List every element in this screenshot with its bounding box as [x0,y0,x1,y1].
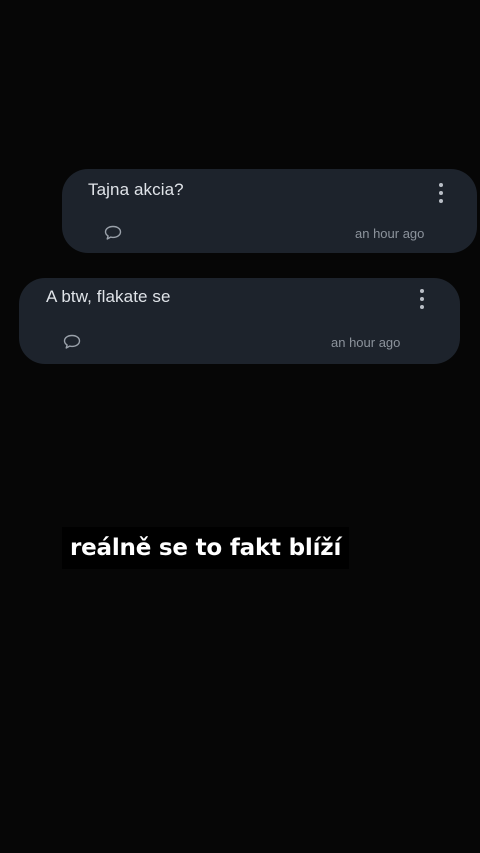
caption-text: reálně se to fakt blíží [70,535,342,561]
comment-card[interactable]: Tajna akcia? an hour ago [62,169,477,253]
screen: { "comments": [ { "text": "Tajna akcia?"… [0,0,480,853]
speech-bubble-icon[interactable] [62,333,82,351]
more-vertical-icon[interactable] [434,181,448,207]
comment-card[interactable]: A btw, flakate se an hour ago [19,278,460,364]
more-vertical-icon[interactable] [415,287,429,313]
comment-text: Tajna akcia? [88,180,184,199]
comment-text: A btw, flakate se [46,287,171,306]
video-caption: reálně se to fakt blíží [62,527,350,569]
timestamp: an hour ago [331,335,401,350]
timestamp: an hour ago [355,226,425,241]
speech-bubble-icon[interactable] [103,224,123,242]
